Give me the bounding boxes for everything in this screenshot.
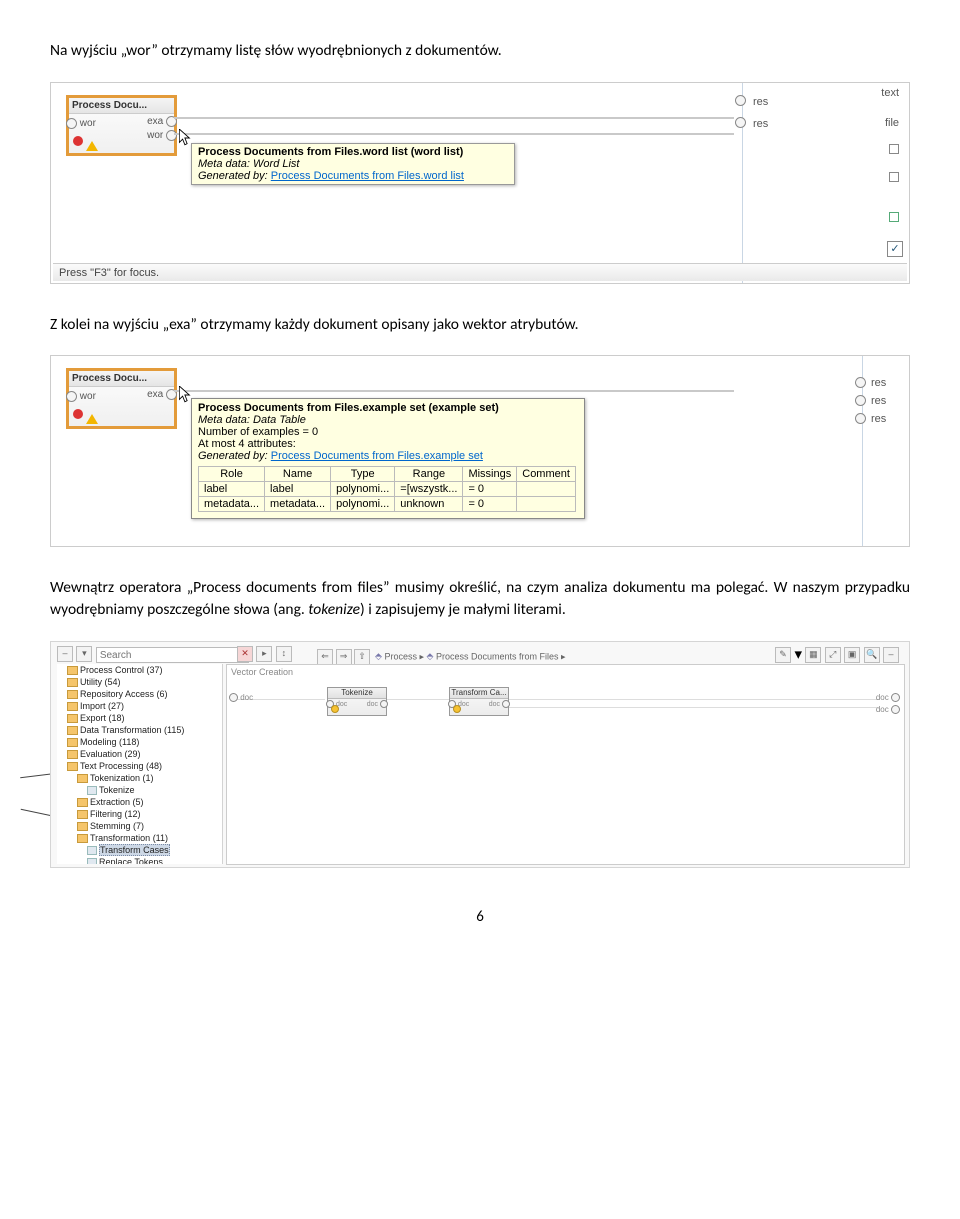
tree-item-transform-cases: Transform Cases [87,844,222,856]
warning-dot-icon [453,705,461,713]
search-input[interactable] [96,647,249,663]
table-row: labellabelpolynomi...=[wszystk...= 0 [199,482,576,497]
tree-item: Filtering (12) [77,808,222,820]
page-number: 6 [50,908,910,926]
breadcrumb: ⇐ ⇒ ⇧ ⬘ Process ▸ ⬘ Process Documents fr… [317,649,566,665]
sort-icon[interactable]: ↕ [276,646,292,662]
operator-process-docu-2[interactable]: Process Docu... wor exa [66,368,177,429]
error-dot-icon [73,409,83,419]
cursor-icon [179,129,193,147]
tree-item: Extraction (5) [77,796,222,808]
status-f3-bar: Press "F3" for focus. [53,263,907,281]
tree-item: Evaluation (29) [67,748,222,760]
paragraph-2: Z kolei na wyjściu „exa” otrzymamy każdy… [50,314,910,336]
right-port-panel: res res text file [742,83,903,283]
port-doc-in: doc [229,693,253,702]
breadcrumb-process[interactable]: Process [384,651,417,661]
tree-item: Text Processing (48) [67,760,222,772]
tree-item: Tokenization (1) [77,772,222,784]
zoomin-icon[interactable]: 🔍 [864,647,880,663]
warning-icon [86,141,98,151]
tooltip-exampleset: Process Documents from Files.example set… [191,398,585,519]
port-doc-out: doc [876,693,900,702]
warning-dot-icon [331,705,339,713]
tree-item: Import (27) [67,700,222,712]
operator-tokenize[interactable]: Tokenize doc doc [327,687,387,716]
checkbox[interactable]: ✓ [887,241,903,257]
operator-transform-cases[interactable]: Transform Ca... doc doc [449,687,509,716]
warning-icon [86,414,98,424]
filter-icon[interactable]: ▸ [256,646,272,662]
grid-icon[interactable]: ▦ [805,647,821,663]
zoomout-icon[interactable]: – [883,647,899,663]
tree-item: Replace Tokens [87,856,222,864]
toolbar: – ▾ ✕ ▸ ↕ ⇐ ⇒ ⇧ ⬘ Process ▸ ⬘ Process Do… [57,645,903,661]
tree-item: Export (18) [67,712,222,724]
zoom-icon[interactable]: ⤢ [825,647,841,663]
operator-process-docu[interactable]: Process Docu... wor exa wor [66,95,177,156]
error-dot-icon [73,136,83,146]
process-canvas[interactable]: Vector Creation doc doc doc Tokenize doc… [226,664,905,865]
breadcrumb-pdf[interactable]: Process Documents from Files [436,651,559,661]
tree-item: Stemming (7) [77,820,222,832]
table-row: metadata...metadata...polynomi...unknown… [199,497,576,512]
tree-item: Transformation (11) [77,832,222,844]
cursor-icon [179,386,193,404]
tree-item: Utility (54) [67,676,222,688]
operator-tree[interactable]: Process Control (37) Utility (54) Reposi… [57,664,223,864]
attributes-table: RoleNameTypeRangeMissingsComment labella… [198,466,576,512]
paragraph-1: Na wyjściu „wor” otrzymamy listę słów wy… [50,40,910,62]
port-doc-out2: doc [876,705,900,714]
tool-icon[interactable]: ✎ [775,647,791,663]
tree-item: Modeling (118) [67,736,222,748]
operator-title: Process Docu... [69,371,174,387]
tree-item: Data Transformation (115) [67,724,222,736]
tooltip-wordlist: Process Documents from Files.word list (… [191,143,515,185]
fit-icon[interactable]: ▣ [844,647,860,663]
right-port-panel: res res res [862,356,903,546]
paragraph-3: Wewnątrz operatora „Process documents fr… [50,577,910,620]
figure-3: – ▾ ✕ ▸ ↕ ⇐ ⇒ ⇧ ⬘ Process ▸ ⬘ Process Do… [50,641,910,868]
up-icon[interactable]: ⇧ [354,649,370,665]
figure-2: Process Docu... wor exa Process Document… [50,355,910,547]
expand-icon[interactable]: ▾ [76,646,92,662]
operator-title: Process Docu... [69,98,174,114]
tree-item-tokenize: Tokenize [87,784,222,796]
collapse-icon[interactable]: – [57,646,73,662]
clear-icon[interactable]: ✕ [237,646,253,662]
tree-item: Process Control (37) [67,664,222,676]
section-label: Vector Creation [231,667,293,677]
fwd-icon[interactable]: ⇒ [336,649,352,665]
figure-1: Process Docu... wor exa wor Process Docu… [50,82,910,284]
tree-item: Repository Access (6) [67,688,222,700]
back-icon[interactable]: ⇐ [317,649,333,665]
